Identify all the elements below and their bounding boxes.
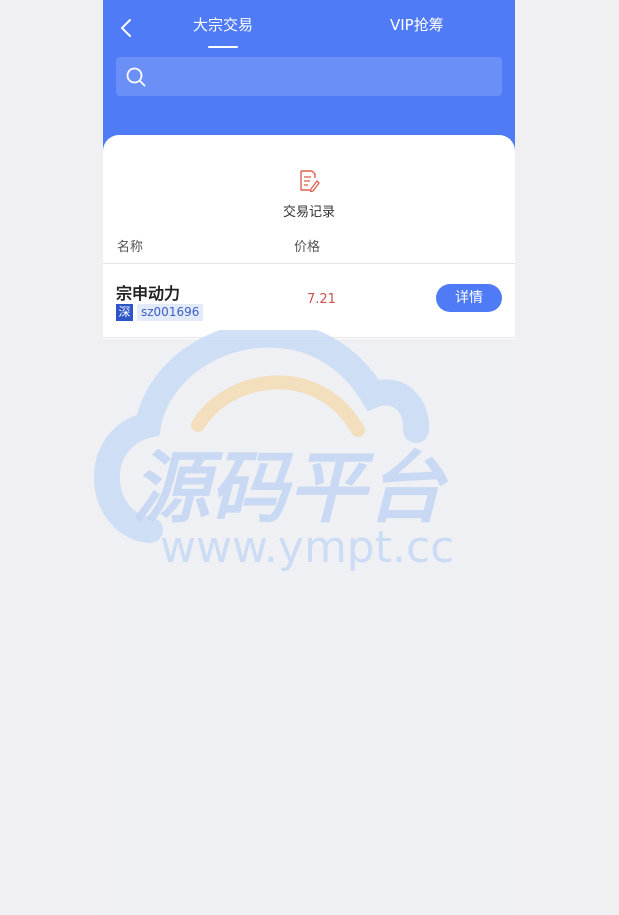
detail-button[interactable]: 详情 [436,284,502,312]
table-row[interactable]: 宗申动力 深 sz001696 7.21 详情 [103,264,515,338]
trade-record-label: 交易记录 [282,205,335,220]
search-icon [126,67,146,87]
app-screen: 大宗交易 VIP抢筹 交易记录 名称 价格 宗申动力 深 sz001696 7.… [103,0,515,915]
stock-name: 宗申动力 [116,284,181,303]
stock-price: 7.21 [307,292,336,307]
tab-block-trade[interactable]: 大宗交易 [193,14,253,35]
search-input[interactable] [154,57,494,96]
edit-document-icon [300,170,320,193]
row-divider [103,337,515,338]
active-tab-indicator [208,46,238,48]
trade-record-button[interactable]: 交易记录 [271,167,347,221]
tab-vip-grab[interactable]: VIP抢筹 [390,14,444,35]
market-badge: 深 [116,304,133,321]
trade-card: 交易记录 名称 价格 宗申动力 深 sz001696 7.21 详情 [103,135,515,339]
column-header-name: 名称 [117,240,144,255]
column-header-price: 价格 [294,240,321,255]
back-arrow-icon[interactable] [115,16,139,40]
stock-code: sz001696 [137,304,204,321]
search-bar[interactable] [116,57,502,96]
